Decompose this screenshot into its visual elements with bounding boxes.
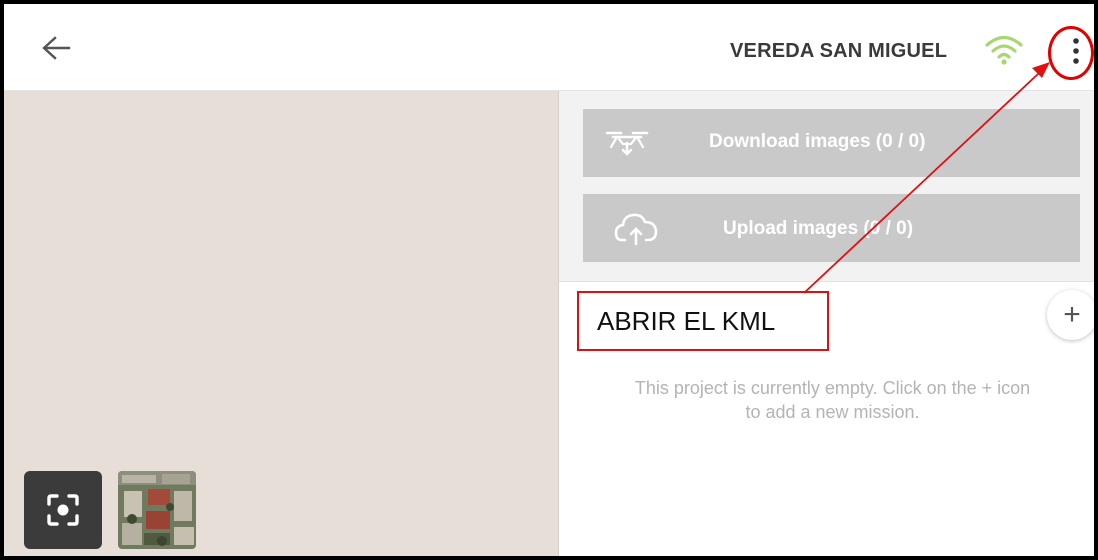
satellite-thumbnail-image: [118, 471, 196, 549]
cloud-upload-icon: [614, 213, 658, 246]
arrow-left-icon: [42, 36, 71, 60]
download-images-label: Download images (0 / 0): [709, 131, 926, 152]
satellite-layer-thumbnail[interactable]: [118, 471, 196, 549]
add-mission-button[interactable]: +: [1047, 290, 1094, 340]
open-kml-callout-text: ABRIR EL KML: [597, 305, 776, 336]
top-app-bar: VEREDA SAN MIGUEL: [4, 4, 1094, 91]
app-window: VEREDA SAN MIGUEL Download images (0 / 0…: [0, 0, 1098, 560]
focus-locate-icon: [47, 494, 79, 526]
image-actions-section: Download images (0 / 0) Upload images (0…: [559, 91, 1094, 282]
menu-highlight-circle: [1048, 26, 1094, 80]
locate-button[interactable]: [24, 471, 102, 549]
back-button[interactable]: [36, 30, 76, 66]
empty-message-line-1: This project is currently empty. Click o…: [634, 378, 1031, 398]
upload-images-button[interactable]: Upload images (0 / 0): [583, 194, 1080, 262]
upload-images-label: Upload images (0 / 0): [723, 218, 914, 239]
open-kml-callout: ABRIR EL KML: [577, 291, 829, 351]
wifi-icon: [985, 35, 1023, 65]
map-view[interactable]: [4, 91, 559, 556]
drone-download-icon: [605, 131, 649, 156]
empty-project-message: This project is currently empty. Click o…: [581, 376, 1084, 424]
project-title: VEREDA SAN MIGUEL: [730, 40, 948, 62]
download-images-button[interactable]: Download images (0 / 0): [583, 109, 1080, 177]
empty-message-line-2: to add a new mission.: [745, 402, 920, 422]
